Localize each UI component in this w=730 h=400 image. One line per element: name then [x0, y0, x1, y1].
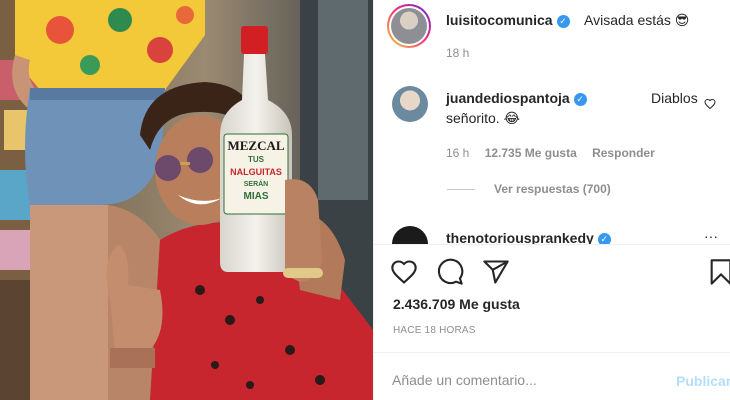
- publish-button[interactable]: Publicar: [676, 373, 730, 389]
- bottle-label-line2: NALGUITAS: [230, 167, 282, 177]
- comment-author[interactable]: juandediospantoja ✓: [446, 90, 587, 106]
- comment-username[interactable]: thenotoriousprankedy: [446, 230, 594, 244]
- bottle-brand: MEZCAL: [227, 138, 284, 153]
- post-side-panel: luisitocomunica ✓ Avisada estás 😎 18 h ju…: [373, 0, 730, 400]
- comment-text-line2: señorito. 😂: [446, 110, 520, 126]
- more-options-icon[interactable]: ···: [704, 228, 718, 244]
- comment-likes[interactable]: 12.735 Me gusta: [485, 146, 577, 160]
- like-comment-heart-icon[interactable]: [704, 98, 716, 110]
- verified-icon: ✓: [556, 15, 570, 28]
- author-avatar[interactable]: [387, 4, 431, 48]
- bottle-label-line3: SERÁN: [244, 179, 269, 188]
- replies-divider: [447, 189, 475, 190]
- caption-username[interactable]: luisitocomunica: [446, 12, 553, 28]
- commenter-avatar[interactable]: [392, 226, 428, 244]
- post-time-ago[interactable]: HACE 18 HORAS: [393, 325, 476, 336]
- verified-icon: ✓: [597, 233, 611, 244]
- view-replies-button[interactable]: Ver respuestas (700): [494, 182, 611, 196]
- comment-meta: 16 h 12.735 Me gusta Responder: [446, 146, 667, 160]
- comment-partial: thenotoriousprankedy ✓ ···: [374, 222, 730, 244]
- caption-text: Avisada estás 😎: [584, 12, 690, 28]
- post-photo-illustration: MEZCAL TUS NALGUITAS SERÁN MIAS: [0, 0, 373, 400]
- comment-time: 16 h: [446, 146, 470, 160]
- reply-button[interactable]: Responder: [592, 146, 655, 160]
- composer-divider: [374, 352, 730, 353]
- post-photo[interactable]: MEZCAL TUS NALGUITAS SERÁN MIAS: [0, 0, 373, 400]
- comment-bubble-icon[interactable]: [436, 258, 464, 286]
- comment-text-line1: Diablos: [651, 90, 698, 106]
- comment-username[interactable]: juandediospantoja: [446, 90, 570, 106]
- post-likes-count[interactable]: 2.436.709 Me gusta: [393, 296, 520, 312]
- save-bookmark-icon[interactable]: [707, 258, 730, 286]
- bottle-label-line4: MIAS: [244, 191, 269, 202]
- bottle-label-line1: TUS: [248, 155, 265, 164]
- caption-time: 18 h: [446, 46, 470, 60]
- verified-icon: ✓: [573, 93, 587, 106]
- share-paper-plane-icon[interactable]: [482, 258, 510, 286]
- comment-author[interactable]: thenotoriousprankedy ✓: [446, 230, 611, 244]
- caption-author[interactable]: luisitocomunica ✓: [446, 12, 570, 28]
- actions-divider: [374, 244, 730, 245]
- commenter-avatar[interactable]: [392, 86, 428, 122]
- like-heart-icon[interactable]: [390, 258, 418, 286]
- comment-input[interactable]: [392, 372, 652, 388]
